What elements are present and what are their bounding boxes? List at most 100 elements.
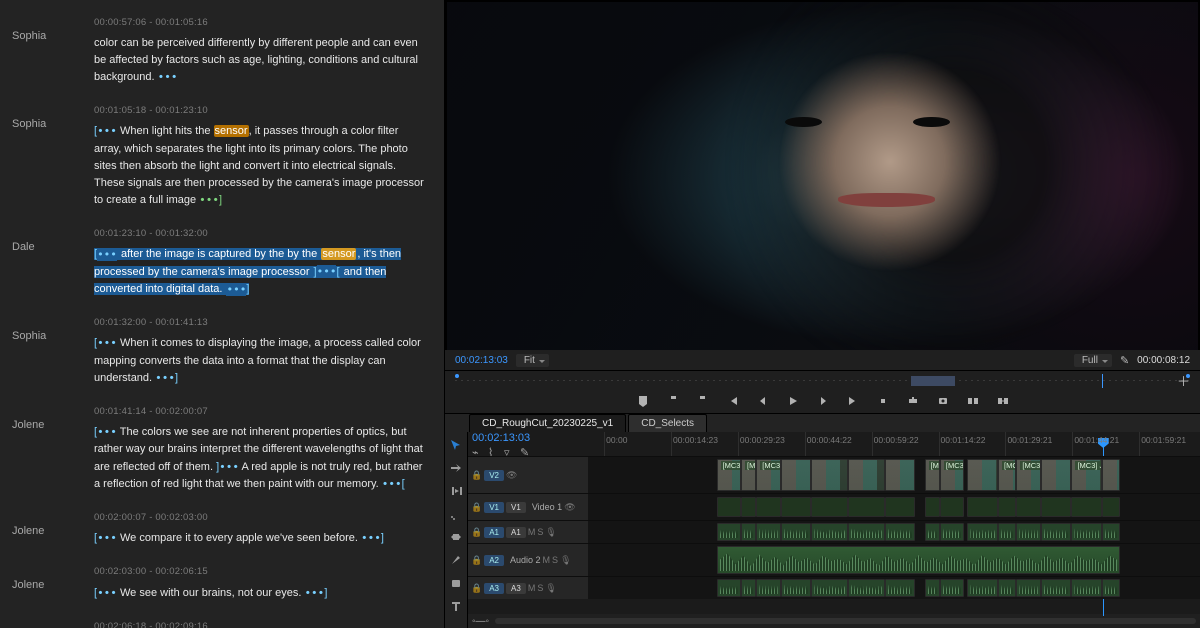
in-point-icon[interactable] — [666, 394, 680, 408]
clip[interactable] — [925, 523, 940, 541]
transcript-panel[interactable]: Sophia00:00:57:06 - 00:01:05:16color can… — [0, 0, 445, 628]
zoom-scrub-bar[interactable]: ◦―◦ — [468, 614, 1200, 628]
settings-icon[interactable]: ✎ — [1120, 354, 1129, 367]
clip[interactable] — [756, 579, 780, 597]
clip[interactable] — [1071, 497, 1102, 517]
clip[interactable] — [717, 546, 1121, 574]
lock-icon[interactable]: 🔒 — [471, 583, 482, 594]
transcript-text[interactable]: [••• We compare it to every apple we've … — [94, 532, 384, 544]
settings-wrench-icon[interactable]: ✎ — [520, 446, 530, 456]
solo-icon[interactable]: S — [537, 527, 543, 537]
zoom-out-icon[interactable]: ◦―◦ — [472, 616, 489, 627]
timeline-ruler[interactable]: 00:0000:00:14:2300:00:29:2300:00:44:2200… — [592, 432, 1200, 456]
clip[interactable] — [781, 579, 812, 597]
clip[interactable] — [1071, 579, 1102, 597]
selection-tool-icon[interactable] — [449, 438, 463, 452]
clip[interactable] — [717, 523, 741, 541]
razor-tool-icon[interactable] — [449, 507, 463, 521]
transcript-text[interactable]: [••• When light hits the sensor, it pass… — [94, 125, 424, 206]
linked-sel-icon[interactable]: ⌇ — [488, 446, 498, 456]
transcript-entry[interactable]: Jolene00:02:00:07 - 00:02:03:00[••• We c… — [12, 501, 426, 555]
tracks-area[interactable]: 🔒V2👁[MC3] SOPHIEDAL[MC3] SO[MC3] SOPHIED… — [468, 456, 1200, 614]
go-to-in-icon[interactable] — [726, 394, 740, 408]
mute-icon[interactable]: M — [528, 527, 536, 537]
clip[interactable] — [756, 523, 780, 541]
lock-icon[interactable]: 🔒 — [471, 527, 482, 538]
clip[interactable] — [1016, 497, 1040, 517]
solo-icon[interactable]: S — [537, 583, 543, 593]
clip[interactable] — [1102, 497, 1120, 517]
transcript-text[interactable]: [••• We see with our brains, not our eye… — [94, 587, 327, 599]
clip[interactable] — [741, 523, 756, 541]
lock-icon[interactable]: 🔒 — [471, 555, 482, 566]
clip[interactable] — [885, 497, 916, 517]
clip[interactable] — [1041, 523, 1072, 541]
out-point-icon[interactable] — [696, 394, 710, 408]
play-icon[interactable] — [786, 394, 800, 408]
clip[interactable] — [998, 497, 1016, 517]
solo-icon[interactable]: S — [552, 555, 558, 565]
clip[interactable] — [741, 579, 756, 597]
lock-icon[interactable]: 🔒 — [471, 470, 482, 481]
transcript-text[interactable]: color can be perceived differently by di… — [94, 37, 418, 84]
clip[interactable]: [MC3] JOLENE_02_MC [V] — [1071, 459, 1102, 491]
clip[interactable] — [741, 497, 756, 517]
clip[interactable] — [1071, 523, 1102, 541]
transcript-entry[interactable]: Jolene00:02:03:00 - 00:02:06:15[••• We s… — [12, 555, 426, 609]
clip[interactable] — [885, 459, 916, 491]
transcript-text[interactable]: [••• The colors we see are not inherent … — [94, 426, 423, 490]
clip[interactable] — [940, 523, 964, 541]
track-v2[interactable]: 🔒V2👁[MC3] SOPHIEDAL[MC3] SO[MC3] SOPHIED… — [468, 456, 1200, 493]
clip[interactable] — [1102, 459, 1120, 491]
clip[interactable] — [967, 579, 998, 597]
track-v1[interactable]: 🔒V1V1 Video 1👁 — [468, 493, 1200, 520]
clip[interactable] — [940, 579, 964, 597]
transcript-entry[interactable]: Sophia00:01:32:00 - 00:01:41:13[••• When… — [12, 306, 426, 395]
clip[interactable] — [811, 497, 848, 517]
sequence-tab[interactable]: CD_Selects — [628, 414, 707, 432]
transcript-entry[interactable]: Jolene00:01:41:14 - 00:02:00:07[••• The … — [12, 395, 426, 501]
clip[interactable] — [781, 459, 812, 491]
track-select-tool-icon[interactable] — [449, 461, 463, 475]
transcript-text[interactable]: [••• When it comes to displaying the ima… — [94, 337, 421, 384]
mute-icon[interactable]: M — [528, 583, 536, 593]
eye-icon[interactable]: 👁 — [564, 502, 575, 513]
mic-icon[interactable]: 🎙 — [545, 583, 556, 594]
clip[interactable] — [998, 523, 1016, 541]
clip[interactable] — [885, 579, 916, 597]
clip[interactable] — [885, 523, 916, 541]
track-header[interactable]: 🔒A3A3MS🎙 — [468, 577, 588, 599]
ripple-tool-icon[interactable] — [449, 484, 463, 498]
pen-tool-icon[interactable] — [449, 553, 463, 567]
clip[interactable] — [1041, 579, 1072, 597]
comparison-icon[interactable] — [966, 394, 980, 408]
preview-frame[interactable] — [447, 2, 1198, 350]
fit-dropdown[interactable]: Fit — [516, 354, 549, 367]
extract-icon[interactable] — [906, 394, 920, 408]
transcript-text[interactable]: [••• after the image is captured by the … — [94, 248, 401, 295]
track-header[interactable]: 🔒A2 Audio 2MS🎙 — [468, 544, 588, 576]
clip[interactable] — [811, 523, 848, 541]
clip[interactable] — [1041, 497, 1072, 517]
clip[interactable] — [998, 579, 1016, 597]
marker-icon[interactable]: ▿ — [504, 446, 514, 456]
clip[interactable] — [717, 497, 741, 517]
clip[interactable] — [811, 579, 848, 597]
clip[interactable] — [925, 497, 940, 517]
mic-icon[interactable]: 🎙 — [560, 555, 571, 566]
step-back-icon[interactable] — [756, 394, 770, 408]
type-tool-icon[interactable] — [449, 599, 463, 613]
clip[interactable] — [848, 497, 885, 517]
go-to-out-icon[interactable] — [846, 394, 860, 408]
track-header[interactable]: 🔒V2👁 — [468, 457, 588, 493]
clip[interactable] — [717, 579, 741, 597]
clip[interactable] — [1016, 579, 1040, 597]
clip[interactable]: [MC3] SOPHIEDALE_03_M — [940, 459, 964, 491]
clip[interactable] — [1041, 459, 1072, 491]
transcript-entry[interactable]: Sophia00:01:05:18 - 00:01:23:10[••• When… — [12, 94, 426, 217]
track-header[interactable]: 🔒V1V1 Video 1👁 — [468, 494, 588, 520]
insert-icon[interactable] — [996, 394, 1010, 408]
clip[interactable] — [967, 497, 998, 517]
clip[interactable] — [848, 459, 885, 491]
transcript-entry[interactable]: Sophia00:02:06:18 - 00:02:09:16[••• it's… — [12, 610, 426, 628]
